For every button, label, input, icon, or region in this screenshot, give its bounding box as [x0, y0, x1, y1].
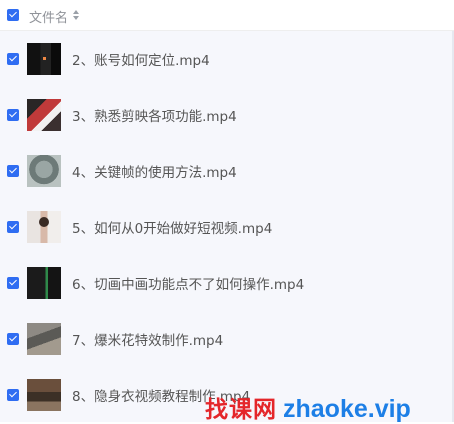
file-row[interactable]: 7、爆米花特效制作.mp4 [0, 311, 452, 367]
file-checkbox[interactable] [7, 109, 19, 121]
file-row[interactable]: 6、切画中画功能点不了如何操作.mp4 [0, 255, 452, 311]
file-name[interactable]: 2、账号如何定位.mp4 [72, 49, 210, 69]
select-all-checkbox[interactable] [7, 9, 19, 21]
file-checkbox[interactable] [7, 221, 19, 233]
file-list-header: 文件名 [0, 0, 454, 31]
video-thumbnail [27, 43, 61, 75]
file-checkbox[interactable] [7, 53, 19, 65]
video-thumbnail [27, 323, 61, 355]
watermark: 找课网 zhaoke.vip [205, 390, 411, 423]
file-name[interactable]: 6、切画中画功能点不了如何操作.mp4 [72, 273, 304, 293]
file-list: 2、账号如何定位.mp4 3、熟悉剪映各项功能.mp4 4、关键帧的使用方法.m… [0, 31, 454, 422]
file-row[interactable]: 5、如何从0开始做好短视频.mp4 [0, 199, 452, 255]
file-name[interactable]: 5、如何从0开始做好短视频.mp4 [72, 217, 272, 237]
sort-icon[interactable] [73, 9, 81, 21]
video-thumbnail [27, 379, 61, 411]
file-row[interactable]: 2、账号如何定位.mp4 [0, 31, 452, 87]
video-thumbnail [27, 99, 61, 131]
watermark-text: 找课网 [205, 396, 277, 423]
video-thumbnail [27, 211, 61, 243]
file-row[interactable]: 4、关键帧的使用方法.mp4 [0, 143, 452, 199]
file-checkbox[interactable] [7, 277, 19, 289]
video-thumbnail [27, 155, 61, 187]
watermark-url: zhaoke.vip [283, 395, 411, 423]
file-checkbox[interactable] [7, 333, 19, 345]
file-name[interactable]: 7、爆米花特效制作.mp4 [72, 329, 223, 349]
file-checkbox[interactable] [7, 165, 19, 177]
file-checkbox[interactable] [7, 389, 19, 401]
file-name[interactable]: 3、熟悉剪映各项功能.mp4 [72, 105, 237, 125]
file-row[interactable]: 3、熟悉剪映各项功能.mp4 [0, 87, 452, 143]
column-header-filename[interactable]: 文件名 [29, 7, 68, 26]
video-thumbnail [27, 267, 61, 299]
file-name[interactable]: 4、关键帧的使用方法.mp4 [72, 161, 237, 181]
